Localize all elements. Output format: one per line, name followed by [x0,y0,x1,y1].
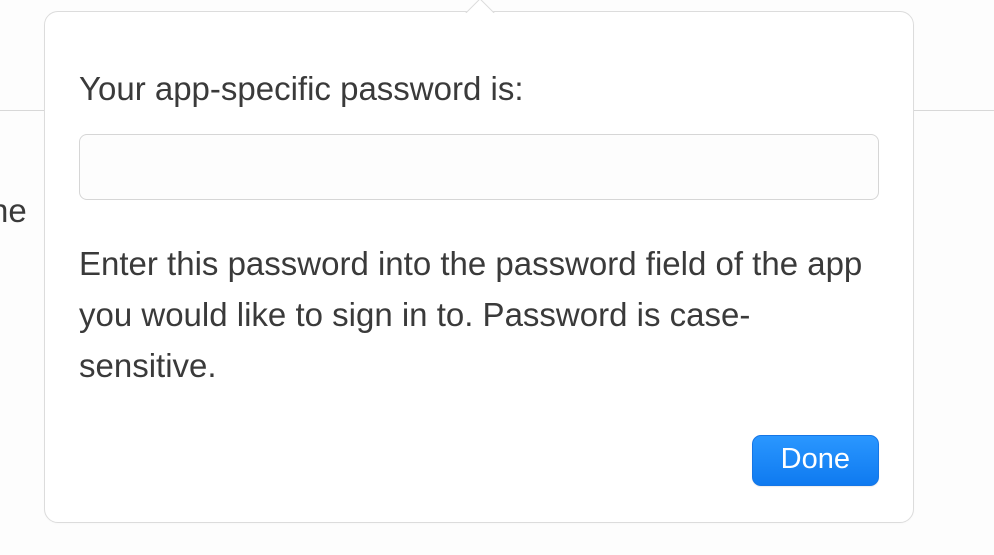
app-specific-password-field[interactable] [79,134,879,200]
popover-arrow-icon [459,0,499,13]
background-partial-text: he [0,192,27,230]
instruction-text: Enter this password into the password fi… [79,238,879,391]
password-popover: Your app-specific password is: Enter thi… [44,11,914,523]
done-button[interactable]: Done [752,435,879,486]
popover-title: Your app-specific password is: [79,70,879,108]
button-row: Done [79,435,879,486]
